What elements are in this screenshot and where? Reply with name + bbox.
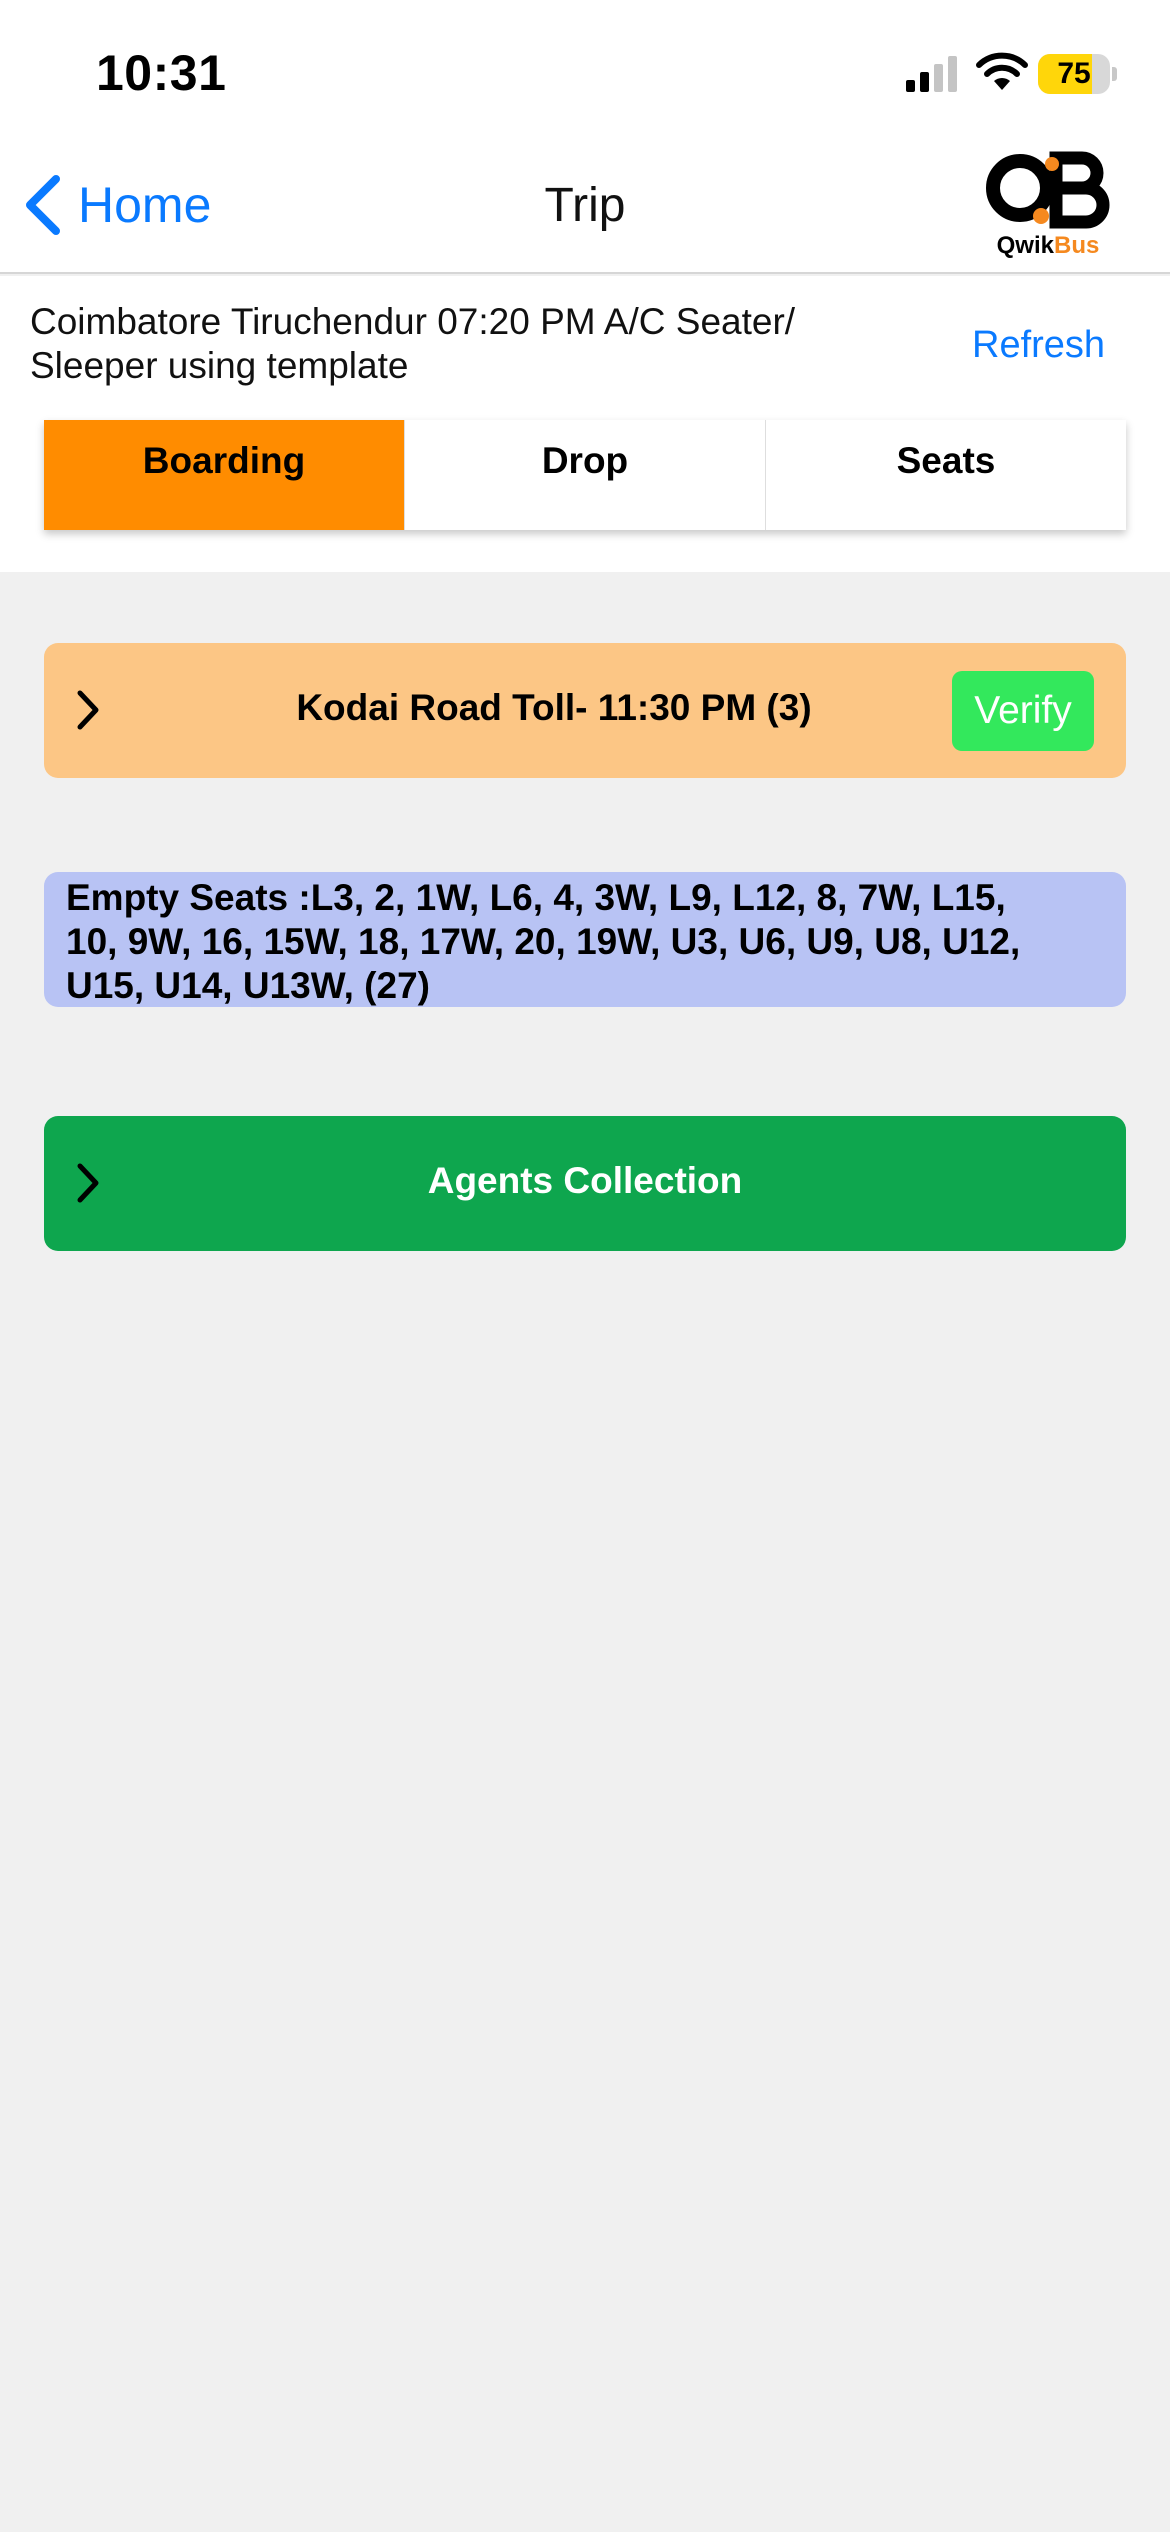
battery-icon: 75 xyxy=(1038,54,1118,94)
boarding-point-label: Kodai Road Toll- 11:30 PM (3) xyxy=(296,687,812,728)
battery-percent: 75 xyxy=(1057,57,1091,90)
qwikbus-logo: QwikBus xyxy=(986,150,1110,264)
chevron-right-icon xyxy=(77,690,99,730)
signal-icon xyxy=(906,56,957,92)
qwikbus-logo-mark xyxy=(986,151,1110,229)
agents-collection-row[interactable]: Agents Collection xyxy=(44,1116,1126,1251)
boarding-point-row[interactable]: Kodai Road Toll- 11:30 PM (3) Verify xyxy=(44,643,1126,778)
status-bar: 10:31 75 xyxy=(0,0,1170,140)
status-time: 10:31 xyxy=(96,45,227,101)
refresh-button[interactable]: Refresh xyxy=(972,324,1105,367)
tab-bar: Boarding Drop Seats xyxy=(44,420,1126,530)
agents-collection-label: Agents Collection xyxy=(427,1160,743,1201)
navigation-bar: Home Trip QwikBus xyxy=(0,140,1170,274)
battery-body: 75 xyxy=(1038,54,1110,94)
qwikbus-wordmark: QwikBus xyxy=(996,232,1100,259)
empty-seats-panel: Empty Seats :L3, 2, 1W, L6, 4, 3W, L9, L… xyxy=(44,872,1126,1007)
tab-seats[interactable]: Seats xyxy=(766,420,1126,530)
verify-button[interactable]: Verify xyxy=(952,671,1094,751)
trip-header: Coimbatore Tiruchendur 07:20 PM A/C Seat… xyxy=(0,276,1170,572)
tab-drop[interactable]: Drop xyxy=(405,420,766,530)
empty-seats-text: Empty Seats :L3, 2, 1W, L6, 4, 3W, L9, L… xyxy=(66,877,1021,1006)
battery-cap xyxy=(1112,67,1117,81)
wifi-icon xyxy=(976,52,1028,90)
tab-boarding[interactable]: Boarding xyxy=(44,420,405,530)
trip-title: Coimbatore Tiruchendur 07:20 PM A/C Seat… xyxy=(30,301,796,386)
